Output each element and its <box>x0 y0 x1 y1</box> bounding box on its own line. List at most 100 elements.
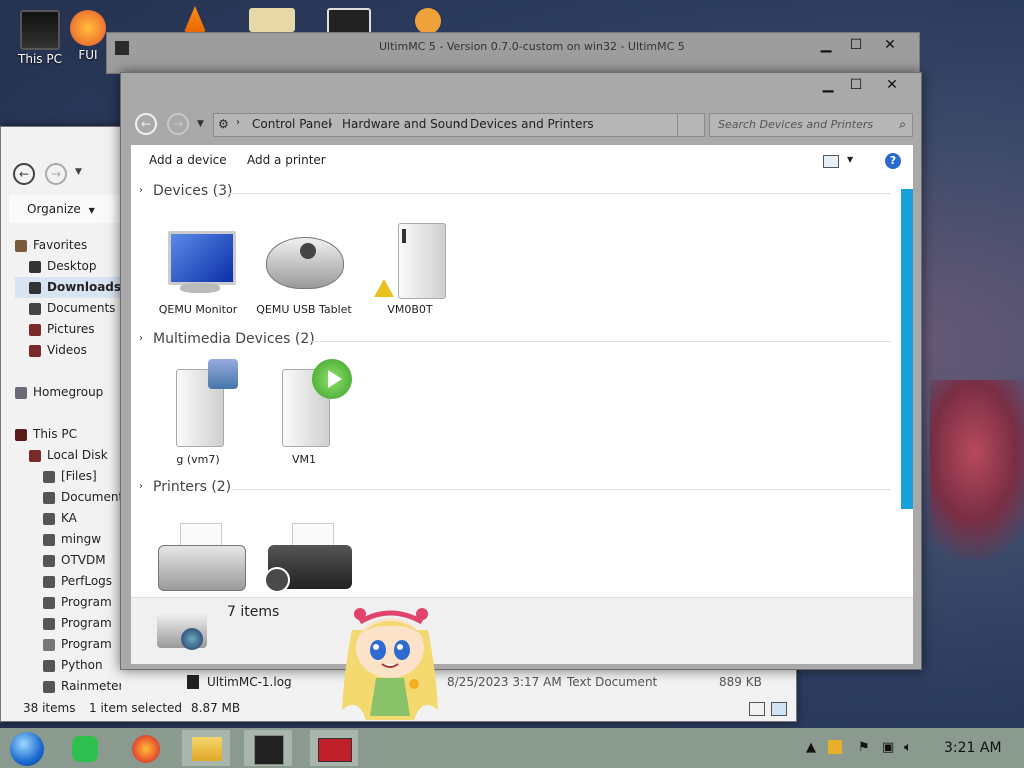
tree-item-folder[interactable]: OTVDM <box>15 550 121 571</box>
chevron-down-icon: ▼ <box>88 206 95 215</box>
scrollbar[interactable] <box>901 189 913 509</box>
group-divider <box>311 341 891 342</box>
tree-item-folder[interactable]: Program <box>15 634 121 655</box>
tree-item-folder[interactable]: Program <box>15 613 121 634</box>
taskbar-app-control-panel[interactable] <box>310 730 358 766</box>
show-hidden-icons-icon[interactable]: ▲ <box>806 740 816 755</box>
tree-item-folder[interactable]: [Files] <box>15 466 121 487</box>
taskbar: ▲ ⚑ ▣ 🔈︎ 3:21 AM <box>0 728 1024 768</box>
search-icon[interactable]: ⌕ <box>899 117 906 132</box>
breadcrumb-devices-printers[interactable]: Devices and Printers <box>470 117 594 131</box>
tree-item-homegroup[interactable]: Homegroup <box>15 382 121 403</box>
device-g-vm7[interactable]: g (vm7) <box>143 359 253 466</box>
desktop-icon-fui[interactable]: FUI <box>66 6 110 62</box>
ultimmc-window[interactable]: UltimMC 5 - Version 0.7.0-custom on win3… <box>106 32 920 74</box>
details-view-icon[interactable] <box>749 702 765 716</box>
close-button[interactable]: ✕ <box>875 37 905 53</box>
taskbar-app-notes[interactable] <box>62 730 110 766</box>
search-input[interactable]: Search Devices and Printers ⌕ <box>709 113 913 137</box>
close-button[interactable]: ✕ <box>877 77 907 93</box>
history-dropdown-icon[interactable]: ▼ <box>197 119 204 129</box>
tree-item-folder[interactable]: Rainmeter <box>15 676 121 697</box>
tree-item-folder[interactable]: Python <box>15 655 121 676</box>
tree-item-documents[interactable]: Documents <box>15 298 121 319</box>
tree-item-videos[interactable]: Videos <box>15 340 121 361</box>
history-dropdown-icon[interactable]: ▼ <box>75 167 82 177</box>
tree-item-folder[interactable]: KA <box>15 508 121 529</box>
document-icon <box>29 302 41 315</box>
back-icon[interactable]: ← <box>135 113 157 135</box>
add-device-button[interactable]: Add a device <box>149 153 227 167</box>
folder-icon <box>43 533 55 546</box>
group-title: Multimedia Devices (2) <box>153 331 315 347</box>
tree-item-desktop[interactable]: Desktop <box>15 256 121 277</box>
chevron-right-icon: › <box>139 481 143 492</box>
network-icon[interactable]: ▣ <box>882 740 894 755</box>
address-bar[interactable]: ⚙ › Control Panel › Hardware and Sound ›… <box>213 113 703 137</box>
selection-size: 8.87 MB <box>191 701 241 715</box>
breadcrumb-hardware-sound[interactable]: Hardware and Sound <box>342 117 468 131</box>
device-vm1[interactable]: VM1 <box>249 359 359 466</box>
minimize-button[interactable]: ▁ <box>813 77 843 93</box>
device-fax[interactable] <box>143 515 253 597</box>
taskbar-app-explorer[interactable] <box>182 730 230 766</box>
back-icon[interactable]: ← <box>13 163 35 185</box>
device-printer[interactable] <box>249 515 359 597</box>
tree-label: PerfLogs <box>61 574 113 588</box>
breadcrumb-control-panel[interactable]: Control Panel <box>252 117 332 131</box>
group-header-devices[interactable]: › Devices (3) <box>131 183 891 203</box>
address-dropdown-button[interactable] <box>677 113 705 137</box>
view-options-icon[interactable] <box>823 155 839 168</box>
tree-item-this-pc[interactable]: This PC <box>15 424 121 445</box>
organize-button[interactable]: Organize ▼ <box>27 202 95 216</box>
forward-icon[interactable]: → <box>167 113 189 135</box>
desktop-icon-this-pc[interactable]: This PC <box>10 6 70 66</box>
tray-app-icon[interactable] <box>828 740 842 754</box>
folder-icon <box>43 659 55 672</box>
tree-item-downloads[interactable]: Downloads <box>15 277 121 298</box>
computer-tower-icon <box>362 219 458 299</box>
tree-item-folder[interactable]: PerfLogs <box>15 571 121 592</box>
volume-icon[interactable]: 🔈︎ <box>904 740 912 755</box>
tree-label: This PC <box>33 427 77 441</box>
desktop-icon-label: FUI <box>78 48 98 62</box>
disk-icon <box>29 449 41 462</box>
group-header-printers[interactable]: › Printers (2) <box>131 479 891 499</box>
tree-item-folder[interactable]: mingw <box>15 529 121 550</box>
file-row[interactable]: UltimMC-1.log 8/25/2023 3:17 AM Text Doc… <box>187 675 777 693</box>
desktop-icon-vlc[interactable] <box>180 2 210 34</box>
device-qemu-monitor[interactable]: QEMU Monitor <box>143 219 253 316</box>
flag-icon[interactable]: ⚑ <box>858 740 870 755</box>
tree-item-pictures[interactable]: Pictures <box>15 319 121 340</box>
vlc-icon <box>184 6 206 32</box>
folder-icon <box>192 737 222 761</box>
group-header-multimedia[interactable]: › Multimedia Devices (2) <box>131 331 891 351</box>
device-qemu-usb-tablet[interactable]: QEMU USB Tablet <box>249 219 359 316</box>
minimize-button[interactable]: ▁ <box>811 37 841 53</box>
maximize-button[interactable]: ☐ <box>841 37 871 53</box>
tree-item-local-disk[interactable]: Local Disk <box>15 445 121 466</box>
folder-icon <box>43 575 55 588</box>
taskbar-app-ultimmc[interactable] <box>244 730 292 766</box>
tree-item-favorites[interactable]: Favorites <box>15 235 121 256</box>
desktop-icon-app[interactable] <box>246 4 298 34</box>
help-button[interactable]: ? <box>885 153 901 169</box>
tree-item-folder[interactable]: Program <box>15 592 121 613</box>
search-placeholder: Search Devices and Printers <box>718 118 874 131</box>
file-name: UltimMC-1.log <box>207 675 292 689</box>
forward-icon[interactable]: → <box>45 163 67 185</box>
chevron-down-icon[interactable]: ▼ <box>847 155 853 164</box>
large-icons-view-icon[interactable] <box>771 702 787 716</box>
tree-item-folder[interactable]: Documents <box>15 487 121 508</box>
maximize-button[interactable]: ☐ <box>841 77 871 93</box>
start-button[interactable] <box>4 730 52 766</box>
desktop-mascot[interactable] <box>338 600 442 728</box>
devices-printers-window[interactable]: ▁ ☐ ✕ ← → ▼ ⚙ › Control Panel › Hardware… <box>120 72 922 670</box>
tree-label: Videos <box>47 343 87 357</box>
add-printer-button[interactable]: Add a printer <box>247 153 326 167</box>
device-vm0b0t[interactable]: VM0B0T <box>355 219 465 316</box>
taskbar-app-firefox[interactable] <box>122 730 170 766</box>
device-list: › Devices (3) QEMU Monitor QEMU USB Tabl… <box>131 179 913 597</box>
clock[interactable]: 3:21 AM <box>944 740 1002 756</box>
